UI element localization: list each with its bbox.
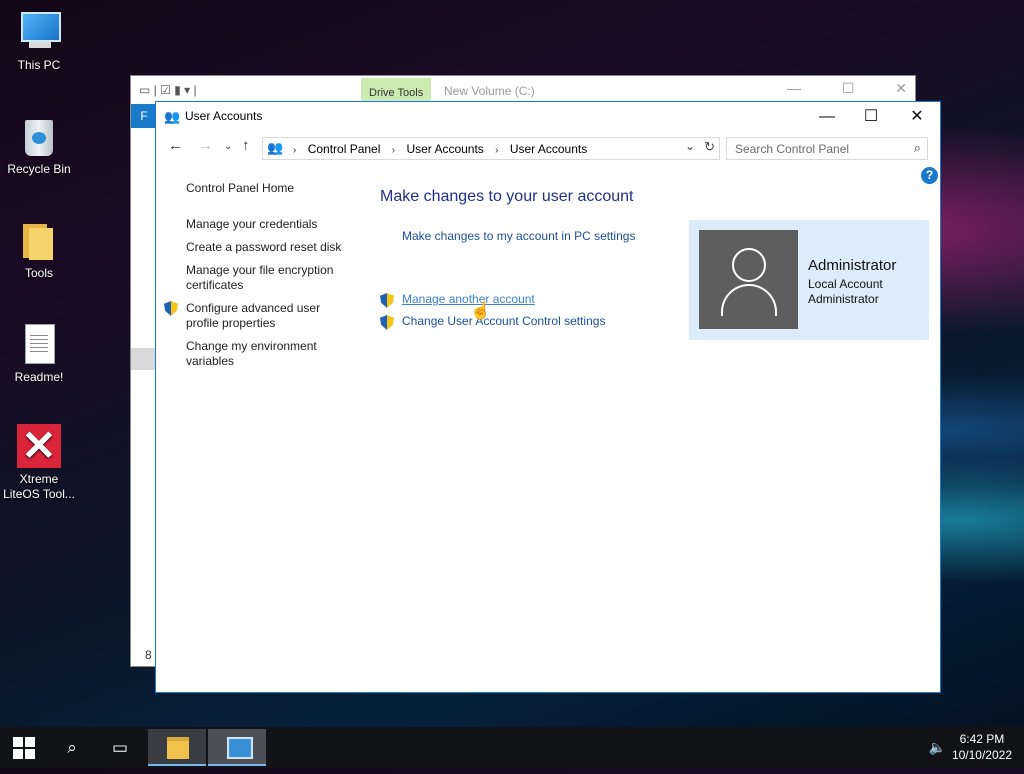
task-view-button[interactable]: ▭ xyxy=(96,727,144,768)
explorer-title: New Volume (C:) xyxy=(444,84,535,98)
close-icon[interactable]: ✕ xyxy=(895,80,907,97)
desktop-icon-label: This PC xyxy=(17,58,61,72)
search-icon: ⌕ xyxy=(67,738,77,757)
manage-another-account-link[interactable]: Manage another account xyxy=(402,292,680,306)
folder-icon xyxy=(17,218,61,262)
minimize-icon[interactable]: — xyxy=(787,80,801,97)
desktop-icon-label: Xtreme LiteOS Tool... xyxy=(3,472,75,501)
back-arrow-icon[interactable]: ← xyxy=(168,137,183,154)
recent-locations-chevron-icon[interactable]: ⌄ xyxy=(224,141,232,152)
task-view-icon: ▭ xyxy=(111,738,129,757)
address-dropdown-chevron-icon[interactable]: ⌄ xyxy=(685,139,695,153)
search-input[interactable]: Search Control Panel xyxy=(735,142,849,156)
user-accounts-window[interactable]: 👥 User Accounts — ☐ ✕ ← → ⌄ ↑ 👥 › Contro… xyxy=(155,101,941,693)
xtreme-app-icon: ✕ xyxy=(17,424,61,468)
file-encryption-link[interactable]: Manage your file encryption certificates xyxy=(186,263,356,293)
control-panel-icon: 👥 xyxy=(267,140,284,155)
account-name: Administrator xyxy=(808,257,897,274)
search-box[interactable]: Search Control Panel ⌕ xyxy=(726,137,928,160)
refresh-icon[interactable]: ↻ xyxy=(704,139,715,155)
pc-settings-link[interactable]: Make changes to my account in PC setting… xyxy=(402,229,680,243)
file-tab[interactable]: F xyxy=(131,104,157,128)
taskbar-file-explorer[interactable] xyxy=(148,729,206,766)
page-heading: Make changes to your user account xyxy=(380,188,634,205)
uac-shield-icon xyxy=(380,315,394,330)
close-button[interactable]: ✕ xyxy=(894,102,940,131)
breadcrumb-user-accounts[interactable]: User Accounts xyxy=(406,142,483,156)
window-title: User Accounts xyxy=(185,109,263,123)
maximize-icon[interactable]: ☐ xyxy=(842,80,855,97)
windows-logo-icon xyxy=(13,737,35,759)
uac-shield-icon xyxy=(164,301,178,316)
desktop-icon-tools[interactable]: Tools xyxy=(1,218,77,281)
folder-icon xyxy=(167,737,189,759)
breadcrumb-control-panel[interactable]: Control Panel xyxy=(308,142,381,156)
main-content: Make changes to your user account Make c… xyxy=(380,188,680,330)
account-card: Administrator Local Account Administrato… xyxy=(689,220,929,340)
search-icon[interactable]: ⌕ xyxy=(914,140,921,156)
desktop-icon-recycle-bin[interactable]: Recycle Bin xyxy=(1,114,77,177)
selected-nav-item[interactable] xyxy=(131,348,157,370)
desktop-icon-readme[interactable]: Readme! xyxy=(1,322,77,385)
manage-credentials-link[interactable]: Manage your credentials xyxy=(186,217,356,232)
desktop-icon-xtreme-liteos[interactable]: ✕ Xtreme LiteOS Tool... xyxy=(1,424,77,502)
desktop-icon-label: Readme! xyxy=(14,370,64,384)
task-pane: Control Panel Home Manage your credentia… xyxy=(164,181,356,377)
quick-access-toolbar[interactable]: ▭ | ☑ ▮ ▾ | xyxy=(139,83,197,97)
maximize-button[interactable]: ☐ xyxy=(848,102,894,131)
help-icon[interactable]: ? xyxy=(921,167,938,184)
desktop-icon-this-pc[interactable]: This PC xyxy=(1,10,77,73)
user-silhouette-icon xyxy=(732,248,766,282)
window-titlebar: 👥 User Accounts — ☐ ✕ xyxy=(156,102,940,131)
explorer-titlebar: ▭ | ☑ ▮ ▾ | Drive Tools New Volume (C:) … xyxy=(131,76,915,104)
search-button[interactable]: ⌕ xyxy=(48,727,96,768)
volume-icon[interactable]: 🔈 xyxy=(929,739,946,756)
forward-arrow-icon[interactable]: → xyxy=(198,137,213,154)
taskbar: ⌕ ▭ 🔈 6:42 PM 10/10/2022 xyxy=(0,727,1024,768)
taskbar-control-panel[interactable] xyxy=(208,729,266,766)
user-avatar xyxy=(699,230,798,329)
uac-shield-icon xyxy=(380,293,394,308)
account-role: Administrator xyxy=(808,292,879,306)
breadcrumb-user-accounts-current[interactable]: User Accounts xyxy=(510,142,587,156)
password-reset-disk-link[interactable]: Create a password reset disk xyxy=(186,240,356,255)
account-type: Local Account xyxy=(808,277,883,291)
desktop-icon-label: Tools xyxy=(24,266,53,280)
advanced-profile-link[interactable]: Configure advanced user profile properti… xyxy=(164,301,356,331)
uac-settings-row[interactable]: Change User Account Control settings xyxy=(380,314,680,330)
user-accounts-icon: 👥 xyxy=(164,109,181,124)
clock-time: 6:42 PM xyxy=(959,732,1005,746)
text-document-icon xyxy=(17,322,61,366)
breadcrumb: › Control Panel › User Accounts › User A… xyxy=(293,142,588,156)
address-bar[interactable]: 👥 › Control Panel › User Accounts › User… xyxy=(262,137,720,160)
recycle-bin-icon xyxy=(17,114,61,158)
uac-settings-link[interactable]: Change User Account Control settings xyxy=(402,314,680,328)
start-button[interactable] xyxy=(0,727,48,768)
system-clock[interactable]: 6:42 PM 10/10/2022 xyxy=(952,731,1012,763)
environment-variables-link[interactable]: Change my environment variables xyxy=(186,339,356,369)
control-panel-icon xyxy=(227,737,253,759)
desktop-icon-label: Recycle Bin xyxy=(7,162,71,176)
control-panel-home-link[interactable]: Control Panel Home xyxy=(186,181,356,196)
advanced-profile-label: Configure advanced user profile properti… xyxy=(186,301,321,330)
computer-icon xyxy=(17,10,61,54)
hand-cursor-icon: ☝ xyxy=(470,301,492,320)
minimize-button[interactable]: — xyxy=(804,102,850,131)
up-arrow-icon[interactable]: ↑ xyxy=(242,137,250,154)
manage-another-account-row[interactable]: Manage another account xyxy=(380,292,680,308)
navigation-bar: ← → ⌄ ↑ 👥 › Control Panel › User Account… xyxy=(156,132,940,164)
clock-date: 10/10/2022 xyxy=(951,748,1012,762)
